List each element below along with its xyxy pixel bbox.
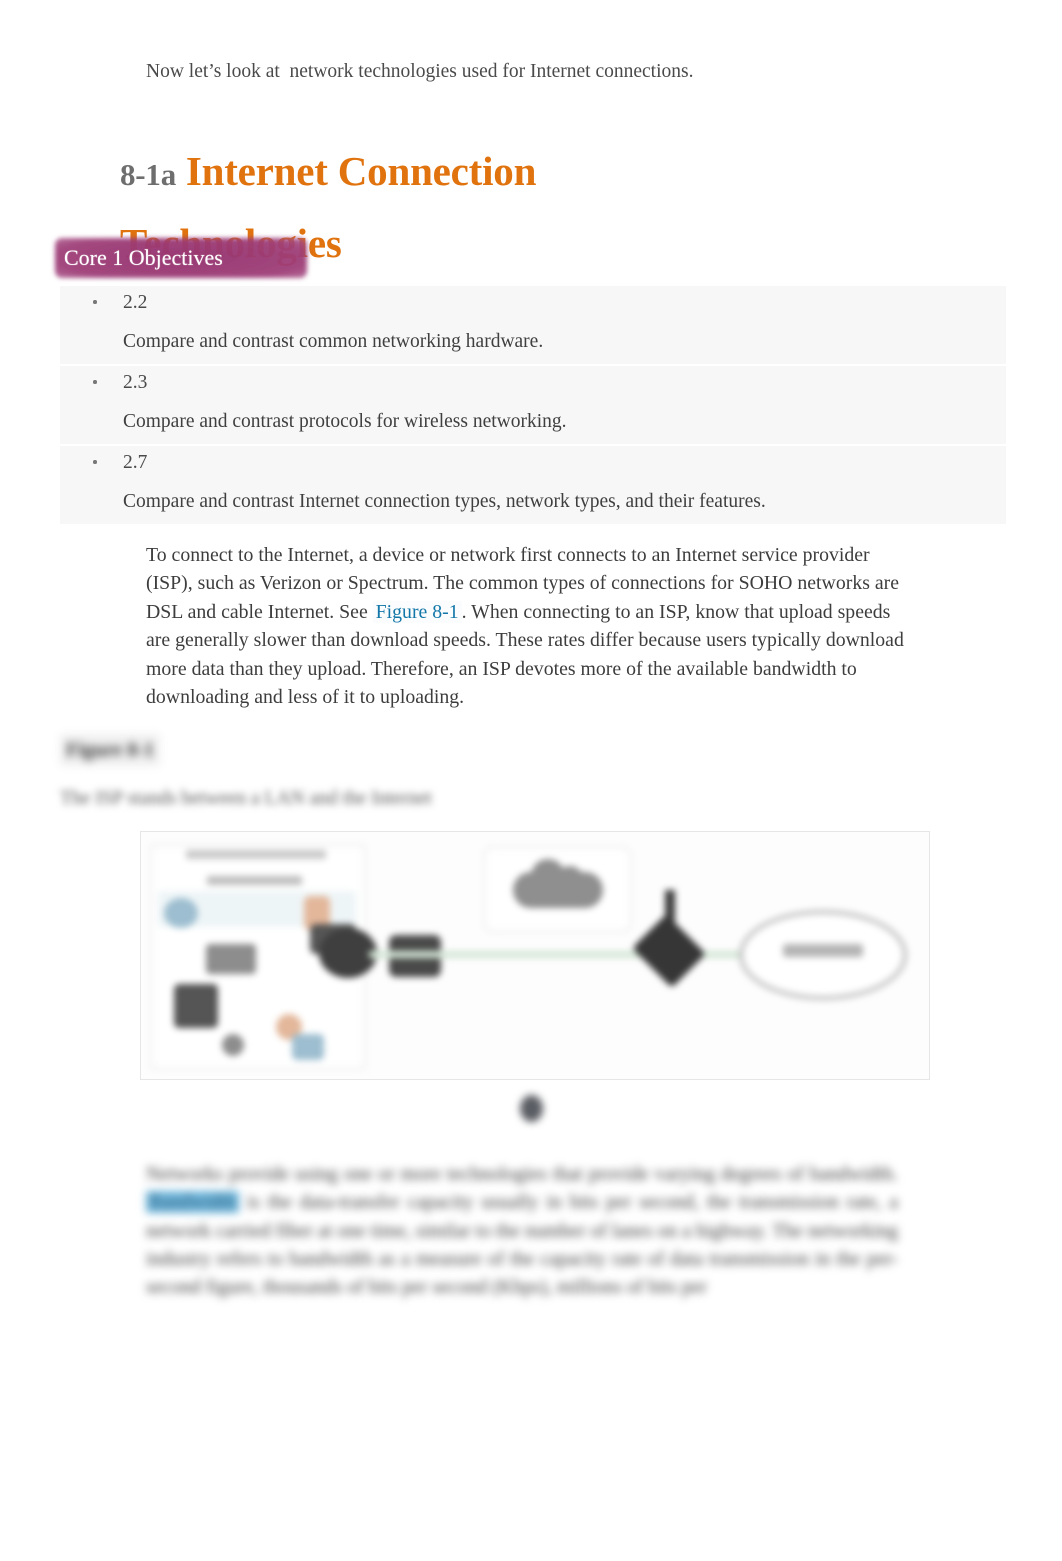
bottom-text-part-1: Networks provide using one or more techn… bbox=[146, 1162, 898, 1185]
objectives-list: 2.2 Compare and contrast common networki… bbox=[60, 286, 1006, 526]
device-icon-server bbox=[174, 984, 218, 1028]
objective-code-row: 2.2 bbox=[60, 286, 1006, 324]
bottom-text-part-2: is the data-transfer capacity usually in… bbox=[146, 1191, 899, 1299]
objective-item: 2.3 Compare and contrast protocols for w… bbox=[60, 366, 1006, 444]
figure-8-1-link[interactable]: Figure 8-1 bbox=[372, 600, 462, 623]
objective-description-row: Compare and contrast Internet connection… bbox=[60, 484, 1006, 524]
objective-item: 2.7 Compare and contrast Internet connec… bbox=[60, 446, 1006, 524]
badge-label: Core 1 Objectives bbox=[64, 245, 223, 270]
device-icon-tablet bbox=[292, 1034, 324, 1060]
figure-expand-icon[interactable] bbox=[520, 1095, 543, 1122]
document-page: Now let’s look at network technologies u… bbox=[0, 0, 1062, 1561]
internet-cloud-label bbox=[783, 944, 863, 957]
device-icon-switch bbox=[206, 944, 256, 974]
internet-cloud-icon bbox=[739, 910, 907, 1000]
soho-panel-title-bar bbox=[186, 850, 326, 859]
intro-sentence: Now let’s look at network technologies u… bbox=[146, 61, 694, 82]
objective-description: Compare and contrast common networking h… bbox=[123, 331, 544, 352]
isp-box bbox=[484, 847, 631, 932]
objective-item: 2.2 Compare and contrast common networki… bbox=[60, 286, 1006, 364]
bullet-icon bbox=[93, 380, 97, 384]
objective-description: Compare and contrast protocols for wirel… bbox=[123, 411, 567, 432]
device-icon-workstation bbox=[164, 898, 198, 928]
glossary-term-bandwidth[interactable]: Bandwidth bbox=[146, 1191, 239, 1214]
bullet-icon bbox=[93, 300, 97, 304]
device-icon-laptop bbox=[222, 1034, 244, 1056]
objective-code-row: 2.7 bbox=[60, 446, 1006, 484]
heading-number: 8-1a bbox=[120, 156, 177, 192]
bottom-paragraph: Networks provide using one or more techn… bbox=[146, 1160, 898, 1302]
objective-code-row: 2.3 bbox=[60, 366, 1006, 404]
objective-code: 2.3 bbox=[123, 372, 148, 393]
objective-description-row: Compare and contrast protocols for wirel… bbox=[60, 404, 1006, 444]
objective-description-row: Compare and contrast common networking h… bbox=[60, 324, 1006, 364]
figure-image[interactable] bbox=[140, 831, 930, 1080]
soho-panel-subtitle-bar bbox=[207, 876, 302, 885]
objective-code: 2.7 bbox=[123, 452, 148, 473]
objective-code: 2.2 bbox=[123, 292, 148, 313]
isp-cloud-icon bbox=[513, 859, 603, 908]
core-objectives-badge: Core 1 Objectives bbox=[55, 238, 307, 278]
bullet-icon bbox=[93, 460, 97, 464]
isp-router-icon bbox=[632, 914, 706, 988]
body-paragraph: To connect to the Internet, a device or … bbox=[146, 541, 910, 712]
figure-diagram-content bbox=[141, 832, 929, 1079]
figure-caption-text: The ISP stands between a LAN and the Int… bbox=[60, 788, 432, 809]
figure-caption-number: Figure 8-1 bbox=[60, 734, 160, 766]
objective-description: Compare and contrast Internet connection… bbox=[123, 491, 766, 512]
